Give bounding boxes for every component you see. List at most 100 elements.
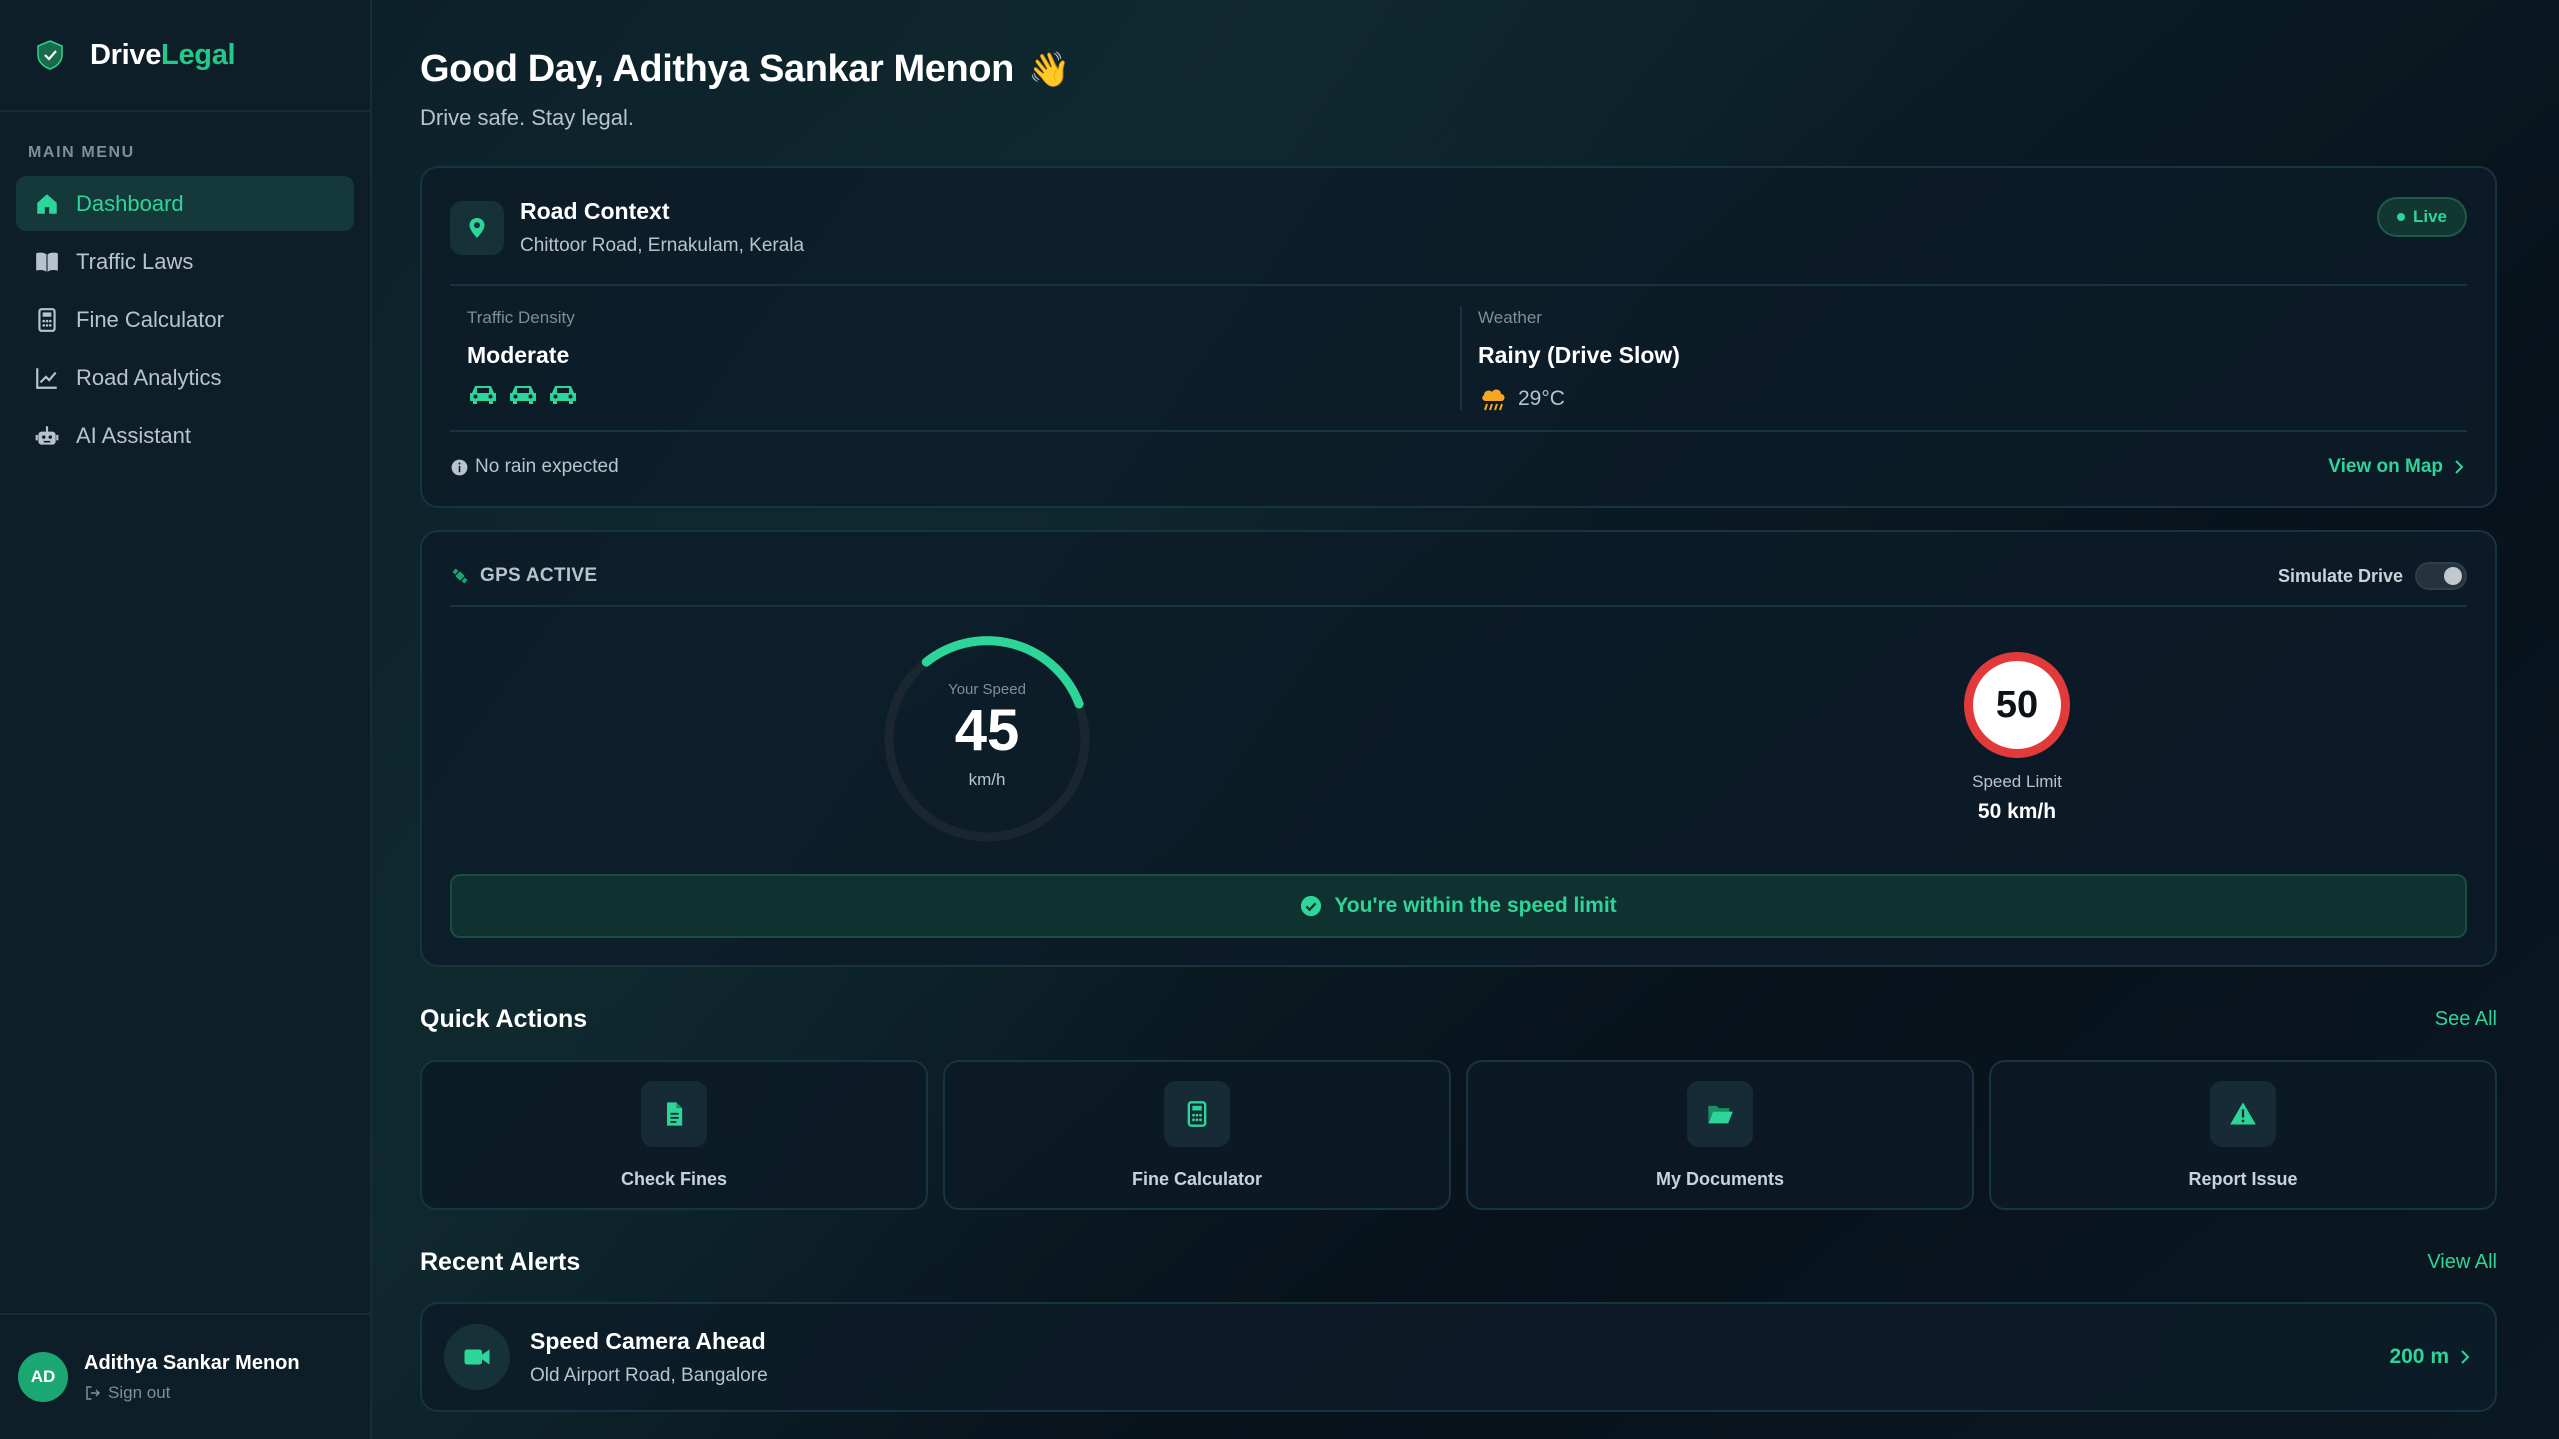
sidebar-item-label: Dashboard bbox=[76, 190, 184, 216]
view-on-map-label: View on Map bbox=[2328, 456, 2443, 477]
file-icon bbox=[641, 1080, 707, 1147]
quick-actions-grid: Check Fines Fine Calculator My Documents… bbox=[420, 1060, 2497, 1210]
avatar[interactable]: AD bbox=[18, 1352, 68, 1402]
alert-location: Old Airport Road, Bangalore bbox=[530, 1364, 768, 1386]
gps-speed-card: GPS ACTIVE Simulate Drive Your Speed 45 … bbox=[420, 530, 2497, 967]
signout-label: Sign out bbox=[108, 1382, 171, 1402]
road-context-title: Road Context bbox=[520, 198, 670, 224]
gps-status: GPS ACTIVE bbox=[450, 565, 597, 587]
brand-name-part1: Drive bbox=[90, 38, 162, 71]
main-nav: Dashboard Traffic Laws Fine Calculator R… bbox=[0, 176, 370, 463]
home-icon bbox=[37, 193, 57, 214]
user-name: Adithya Sankar Menon bbox=[84, 1351, 300, 1374]
divider bbox=[450, 284, 2467, 286]
current-speed: 45 bbox=[954, 697, 1020, 763]
alert-distance: 200 m bbox=[2389, 1345, 2473, 1369]
quick-actions-title: Quick Actions bbox=[420, 1005, 588, 1033]
weather: Weather Rainy (Drive Slow) 29°C bbox=[1478, 308, 1680, 415]
quick-action-check-fines[interactable]: Check Fines bbox=[420, 1060, 928, 1210]
car-icon bbox=[470, 386, 496, 404]
wave-emoji: 👋 bbox=[1027, 50, 1070, 89]
divider bbox=[1460, 306, 1462, 410]
weather-value: Rainy (Drive Slow) bbox=[1478, 342, 1680, 368]
speed-limit-label: Speed Limit bbox=[1972, 772, 2062, 791]
chevron-right-icon bbox=[2455, 460, 2464, 474]
simulate-drive-label: Simulate Drive bbox=[2277, 565, 2403, 586]
video-camera-icon bbox=[444, 1324, 510, 1390]
quick-action-report-issue[interactable]: Report Issue bbox=[1989, 1060, 2497, 1210]
view-all-link[interactable]: View All bbox=[2427, 1251, 2497, 1274]
signout-link[interactable]: Sign out bbox=[84, 1383, 300, 1403]
divider bbox=[450, 430, 2467, 432]
traffic-density-label: Traffic Density bbox=[467, 308, 575, 327]
chart-line-icon bbox=[36, 367, 57, 389]
alert-item[interactable]: Speed Camera Ahead Old Airport Road, Ban… bbox=[420, 1302, 2497, 1412]
main-content: Good Day, Adithya Sankar Menon 👋 Drive s… bbox=[420, 0, 2497, 1412]
satellite-icon bbox=[452, 568, 468, 584]
brand-name-part2: Legal bbox=[161, 38, 236, 71]
quick-action-fine-calculator[interactable]: Fine Calculator bbox=[943, 1060, 1451, 1210]
brand[interactable]: DriveLegal bbox=[0, 0, 370, 112]
see-all-link[interactable]: See All bbox=[2435, 1008, 2497, 1031]
signout-icon bbox=[86, 1385, 101, 1400]
divider bbox=[450, 605, 2467, 607]
speed-limit: 50 Speed Limit 50 km/h bbox=[1932, 652, 2102, 824]
quick-action-label: Fine Calculator bbox=[1131, 1168, 1263, 1189]
speed-label: Your Speed bbox=[948, 680, 1026, 698]
sidebar-item-ai-assistant[interactable]: AI Assistant bbox=[16, 408, 354, 463]
cloud-rain-icon bbox=[1482, 389, 1505, 411]
alert-title: Speed Camera Ahead bbox=[530, 1327, 766, 1354]
live-dot-icon bbox=[2396, 213, 2405, 221]
sidebar-item-road-analytics[interactable]: Road Analytics bbox=[16, 350, 354, 405]
speed-status-banner: You're within the speed limit bbox=[450, 874, 2467, 938]
user-panel: AD Adithya Sankar Menon Sign out bbox=[0, 1313, 370, 1439]
toggle-knob bbox=[2444, 567, 2462, 585]
recent-alerts-title: Recent Alerts bbox=[420, 1248, 581, 1276]
car-icon bbox=[510, 386, 536, 404]
speed-status-text: You're within the speed limit bbox=[1334, 894, 1617, 917]
gps-status-label: GPS ACTIVE bbox=[480, 565, 598, 586]
shield-logo-icon bbox=[37, 40, 63, 70]
simulate-drive: Simulate Drive bbox=[2278, 562, 2467, 590]
weather-label: Weather bbox=[1478, 308, 1542, 327]
rain-note: No rain expected bbox=[450, 456, 619, 478]
temperature: 29°C bbox=[1518, 387, 1565, 410]
quick-action-my-documents[interactable]: My Documents bbox=[1466, 1060, 1974, 1210]
road-location: Chittoor Road, Ernakulam, Kerala bbox=[520, 235, 805, 256]
traffic-density: Traffic Density Moderate bbox=[467, 308, 579, 407]
brand-name: DriveLegal bbox=[90, 38, 236, 72]
live-badge-label: Live bbox=[2412, 207, 2447, 226]
simulate-drive-toggle[interactable] bbox=[2415, 562, 2467, 590]
book-icon bbox=[36, 252, 58, 272]
warning-icon bbox=[2210, 1080, 2276, 1147]
rain-note-text: No rain expected bbox=[475, 456, 619, 477]
quick-action-label: Report Issue bbox=[2188, 1168, 2298, 1189]
sidebar-item-label: Road Analytics bbox=[76, 364, 222, 390]
speed-unit: km/h bbox=[968, 769, 1006, 789]
sidebar: DriveLegal MAIN MENU Dashboard Traffic L… bbox=[0, 0, 372, 1439]
speed-gauge: Your Speed 45 km/h bbox=[882, 634, 1092, 844]
speed-limit-sign: 50 bbox=[1964, 652, 2070, 758]
alert-distance-value: 200 m bbox=[2389, 1345, 2449, 1368]
sidebar-item-label: AI Assistant bbox=[76, 422, 191, 448]
calculator-icon bbox=[38, 307, 56, 332]
view-on-map-link[interactable]: View on Map bbox=[2328, 456, 2467, 478]
quick-action-label: My Documents bbox=[1655, 1168, 1785, 1189]
sidebar-item-label: Fine Calculator bbox=[76, 306, 224, 332]
chevron-right-icon bbox=[2461, 1350, 2470, 1364]
sidebar-item-fine-calculator[interactable]: Fine Calculator bbox=[16, 292, 354, 347]
location-pin-icon bbox=[450, 200, 504, 255]
sidebar-item-dashboard[interactable]: Dashboard bbox=[16, 176, 354, 231]
traffic-cars bbox=[467, 381, 579, 407]
menu-title: MAIN MENU bbox=[28, 144, 135, 161]
traffic-density-value: Moderate bbox=[467, 342, 570, 368]
sidebar-item-traffic-laws[interactable]: Traffic Laws bbox=[16, 234, 354, 289]
folder-open-icon bbox=[1687, 1080, 1753, 1147]
calculator-icon bbox=[1164, 1080, 1230, 1147]
live-badge: Live bbox=[2376, 197, 2467, 237]
info-icon bbox=[451, 459, 468, 475]
speed-limit-value: 50 km/h bbox=[1977, 800, 2057, 823]
page-title: Good Day, Adithya Sankar Menon 👋 bbox=[420, 48, 2497, 91]
robot-icon bbox=[35, 425, 59, 445]
road-context-card: Road Context Chittoor Road, Ernakulam, K… bbox=[420, 166, 2497, 508]
